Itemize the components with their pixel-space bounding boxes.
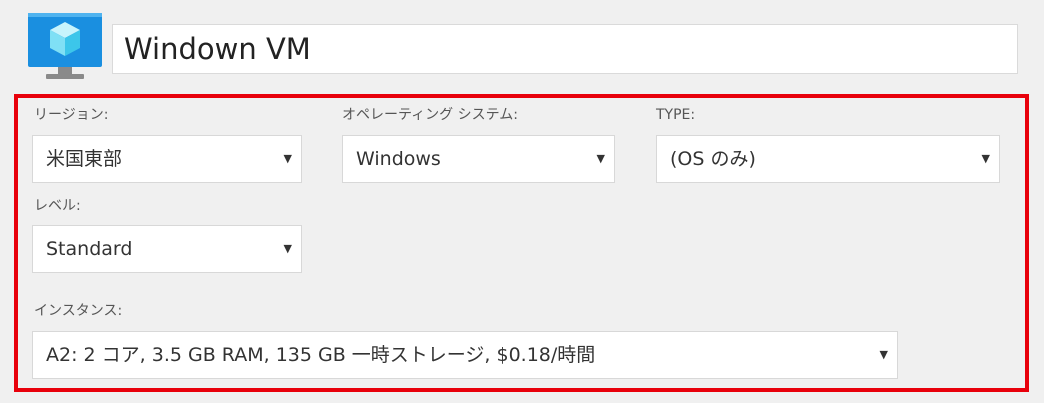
tier-value: Standard (46, 238, 133, 260)
region-label: リージョン: (34, 107, 109, 123)
tier-label: レベル: (34, 198, 81, 214)
chevron-down-icon: ▼ (283, 242, 292, 255)
instance-select[interactable]: A2: 2 コア, 3.5 GB RAM, 135 GB 一時ストレージ, $0… (32, 331, 898, 379)
chevron-down-icon: ▼ (283, 152, 292, 165)
chevron-down-icon: ▼ (596, 152, 605, 165)
type-label: TYPE: (656, 107, 696, 123)
region-value: 米国東部 (46, 148, 123, 170)
type-value: (OS のみ) (670, 148, 756, 170)
chevron-down-icon: ▼ (879, 348, 888, 361)
os-label: オペレーティング システム: (342, 107, 518, 123)
vm-name-input[interactable] (112, 24, 1018, 74)
type-select[interactable]: (OS のみ) ▼ (656, 135, 1000, 183)
instance-label: インスタンス: (34, 303, 123, 319)
os-value: Windows (356, 148, 441, 170)
tier-select[interactable]: Standard ▼ (32, 225, 302, 273)
chevron-down-icon: ▼ (981, 152, 990, 165)
region-select[interactable]: 米国東部 ▼ (32, 135, 302, 183)
instance-value: A2: 2 コア, 3.5 GB RAM, 135 GB 一時ストレージ, $0… (46, 344, 596, 366)
os-select[interactable]: Windows ▼ (342, 135, 615, 183)
virtual-machine-icon (28, 13, 102, 81)
